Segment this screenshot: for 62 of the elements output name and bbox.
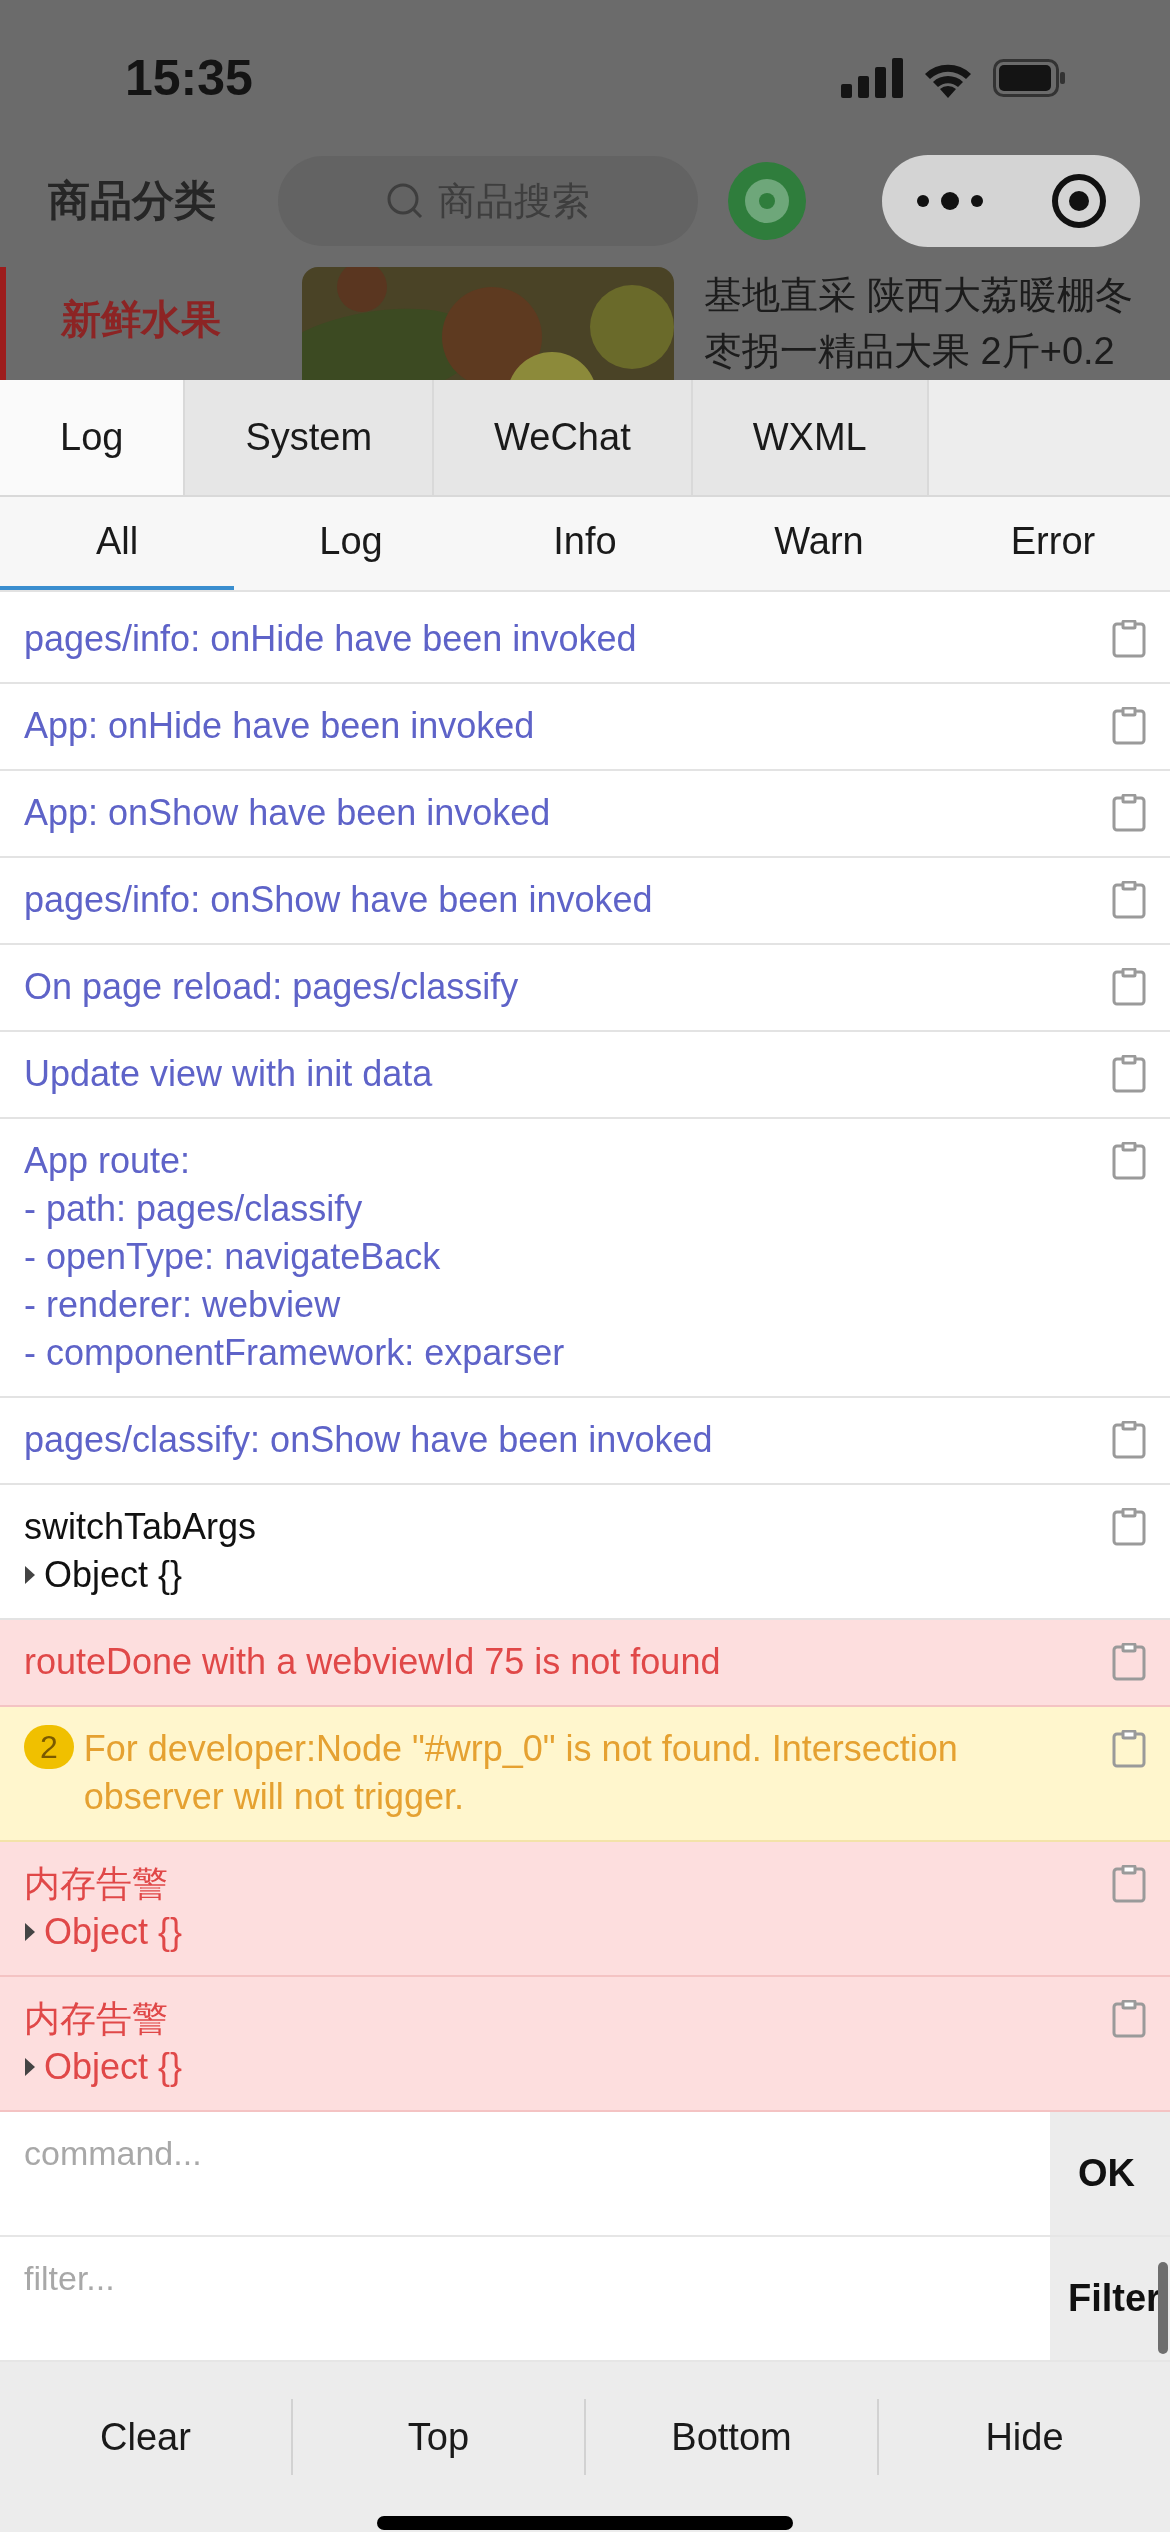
- log-message: routeDone with a webviewId 75 is not found: [24, 1640, 722, 1684]
- action-button[interactable]: Top: [293, 2399, 586, 2475]
- clipboard-icon[interactable]: [1112, 1055, 1146, 1093]
- level-tab[interactable]: All: [0, 497, 234, 590]
- clipboard-icon[interactable]: [1112, 1508, 1146, 1546]
- product-title: 基地直采 陕西大荔暖棚冬: [704, 273, 1133, 318]
- level-tab[interactable]: Log: [234, 497, 468, 590]
- clipboard-icon[interactable]: [1112, 707, 1146, 745]
- log-message: On page reload: pages/classify: [24, 965, 520, 1009]
- repeat-count: 2: [24, 1725, 74, 1769]
- command-field[interactable]: command...: [0, 2112, 1050, 2235]
- product-title: 枣拐一精品大果 2斤+0.2: [704, 329, 1116, 374]
- log-message: - path: pages/classify: [24, 1187, 364, 1231]
- filter-field[interactable]: filter...: [0, 2237, 1050, 2360]
- expand-caret-icon[interactable]: [24, 2057, 36, 2077]
- status-time: 15:35: [125, 48, 253, 107]
- log-message: App route:: [24, 1139, 192, 1183]
- log-message: switchTabArgs: [24, 1505, 258, 1549]
- log-message: - componentFramework: exparser: [24, 1331, 566, 1375]
- battery-icon: [993, 58, 1065, 97]
- log-message: pages/classify: onShow have been invoked: [24, 1418, 714, 1462]
- expand-caret-icon[interactable]: [24, 1565, 36, 1585]
- panel-tab[interactable]: WXML: [692, 380, 929, 495]
- log-message: App: onShow have been invoked: [24, 791, 552, 835]
- log-message: Update view with init data: [24, 1052, 434, 1096]
- signal-icon: [841, 57, 903, 98]
- clipboard-icon[interactable]: [1112, 1865, 1146, 1903]
- panel-tab[interactable]: Log: [0, 380, 186, 495]
- panel-tab[interactable]: WeChat: [434, 380, 693, 495]
- log-message: 内存告警: [24, 1862, 169, 1906]
- expand-caret-icon[interactable]: [24, 1922, 36, 1942]
- clipboard-icon[interactable]: [1112, 1643, 1146, 1681]
- level-tab[interactable]: Info: [468, 497, 702, 590]
- clipboard-icon[interactable]: [1112, 968, 1146, 1006]
- page-title: 商品分类: [48, 176, 217, 226]
- clipboard-icon[interactable]: [1112, 794, 1146, 832]
- clipboard-icon[interactable]: [1112, 1142, 1146, 1180]
- action-button[interactable]: Bottom: [586, 2399, 879, 2475]
- ok-button[interactable]: OK: [1050, 2112, 1170, 2235]
- more-icon[interactable]: [915, 191, 985, 211]
- clipboard-icon[interactable]: [1112, 1730, 1146, 1768]
- log-message: pages/info: onShow have been invoked: [24, 878, 654, 922]
- panel-tab[interactable]: System: [185, 380, 435, 495]
- level-tab[interactable]: Error: [936, 497, 1170, 590]
- log-message: For developer:Node "#wrp_0" is not found. Intersection observer will not trigger.: [83, 1727, 959, 1819]
- filter-button[interactable]: Filter: [1050, 2237, 1170, 2360]
- object-toggle[interactable]: Object {}: [44, 1551, 183, 1599]
- log-message: - renderer: webview: [24, 1283, 342, 1327]
- close-icon[interactable]: [1051, 173, 1107, 229]
- action-button[interactable]: Clear: [0, 2399, 293, 2475]
- search-icon: [386, 182, 424, 220]
- log-message: App: onHide have been invoked: [24, 704, 536, 748]
- aperture-icon[interactable]: [728, 162, 806, 240]
- log-message: pages/info: onHide have been invoked: [24, 617, 638, 661]
- level-tab[interactable]: Warn: [702, 497, 936, 590]
- log-message: - openType: navigateBack: [24, 1235, 442, 1279]
- clipboard-icon[interactable]: [1112, 2000, 1146, 2038]
- clipboard-icon[interactable]: [1112, 1421, 1146, 1459]
- log-message: 内存告警: [24, 1997, 169, 2041]
- action-button[interactable]: Hide: [879, 2399, 1170, 2475]
- clipboard-icon[interactable]: [1112, 620, 1146, 658]
- clipboard-icon[interactable]: [1112, 881, 1146, 919]
